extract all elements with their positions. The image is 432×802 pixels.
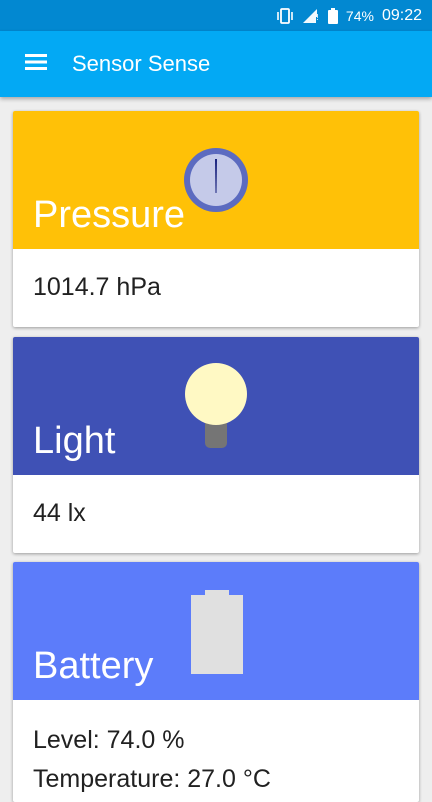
app-bar: Sensor Sense <box>0 31 432 97</box>
app-title: Sensor Sense <box>72 51 211 76</box>
battery-card[interactable]: Battery Level: 74.0 % Temperature: 27.0 … <box>13 562 419 802</box>
status-bar: ! 74% 09:22 <box>0 0 432 31</box>
svg-text:!: ! <box>316 13 319 22</box>
battery-percent: 74% <box>345 7 374 24</box>
pressure-title: Pressure <box>33 194 186 236</box>
battery-card-header: Battery <box>13 562 419 700</box>
clock: 09:22 <box>381 6 422 24</box>
vibrate-icon <box>276 7 294 24</box>
pressure-value: 1014.7 hPa <box>33 273 161 301</box>
light-bulb-icon <box>183 362 249 457</box>
battery-icon <box>327 7 338 24</box>
battery-level-value: Level: 74.0 % <box>33 726 185 754</box>
battery-title: Battery <box>33 645 154 687</box>
light-card-header: Light <box>13 337 419 475</box>
light-title: Light <box>33 420 116 462</box>
menu-icon <box>24 52 48 77</box>
light-card[interactable]: Light 44 lx <box>13 337 419 553</box>
light-card-body: 44 lx <box>13 475 419 553</box>
battery-card-body: Level: 74.0 % Temperature: 27.0 °C <box>13 700 419 794</box>
menu-button[interactable] <box>0 31 72 97</box>
light-value: 44 lx <box>33 499 86 527</box>
pressure-card-body: 1014.7 hPa <box>13 249 419 327</box>
battery-level-icon <box>191 590 243 679</box>
gauge-icon <box>181 145 251 220</box>
pressure-card[interactable]: Pressure 1014.7 hPa <box>13 111 419 327</box>
signal-icon: ! <box>302 8 320 24</box>
battery-temperature-value: Temperature: 27.0 °C <box>33 765 271 793</box>
pressure-card-header: Pressure <box>13 111 419 249</box>
